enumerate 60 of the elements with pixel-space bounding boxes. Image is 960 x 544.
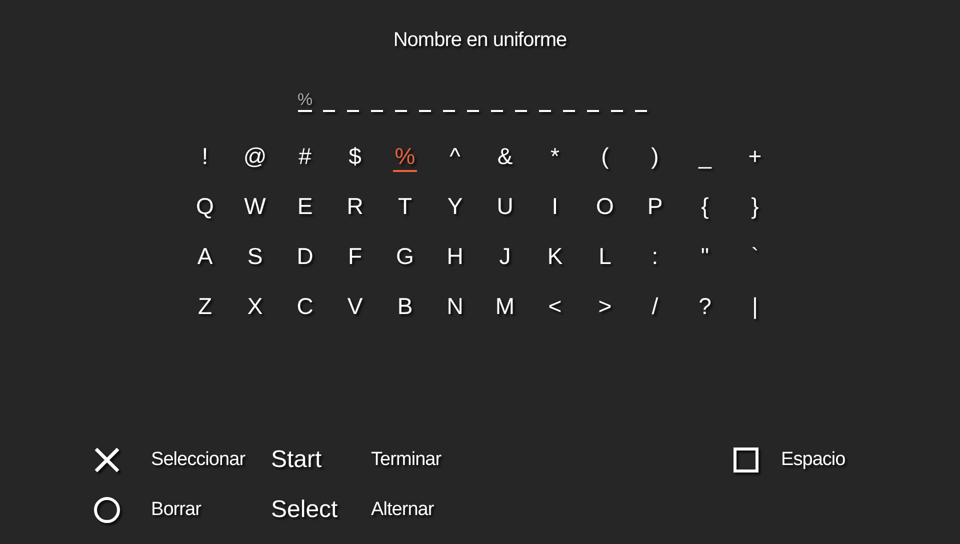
keyboard-key[interactable]: < (546, 292, 564, 322)
keyboard-key[interactable]: } (749, 192, 761, 222)
keyboard-key[interactable]: E (295, 192, 315, 222)
keyboard-key[interactable]: * (548, 142, 562, 172)
action-label: Alternar (371, 498, 434, 522)
screen-title: Nombre en uniforme (393, 28, 567, 53)
keyboard-key[interactable]: ` (749, 242, 761, 272)
keyboard-key[interactable]: S (245, 242, 265, 272)
keyboard-key[interactable]: : (650, 242, 660, 272)
keyboard-key[interactable]: ) (649, 142, 661, 172)
keyboard-key[interactable]: ! (200, 142, 210, 172)
button-label: Start (271, 446, 322, 473)
keyboard-key[interactable]: ^ (448, 142, 462, 172)
keyboard-key[interactable]: B (395, 292, 415, 322)
keyboard-key[interactable]: Z (196, 292, 214, 322)
keyboard-key[interactable]: F (346, 242, 364, 272)
keyboard-key[interactable]: R (344, 192, 366, 222)
keyboard-key[interactable]: G (394, 242, 416, 272)
keyboard-key[interactable]: " (698, 242, 712, 272)
button-label: Select (271, 496, 338, 523)
keyboard-key[interactable]: Q (194, 192, 216, 222)
keyboard-key[interactable]: _ (696, 142, 714, 172)
keyboard-key[interactable]: > (596, 292, 614, 322)
keyboard-key[interactable]: M (493, 292, 517, 322)
keyboard-key[interactable]: U (494, 192, 516, 222)
keyboard-key[interactable]: $ (346, 142, 364, 172)
keyboard-key[interactable]: K (545, 242, 565, 272)
keyboard-key[interactable]: T (396, 192, 414, 222)
keyboard-key[interactable]: + (746, 142, 764, 172)
keyboard-key[interactable]: H (444, 242, 466, 272)
keyboard-key[interactable]: V (345, 292, 365, 322)
keyboard-key[interactable]: N (444, 292, 466, 322)
keyboard-key[interactable]: & (495, 142, 515, 172)
square-icon (733, 447, 759, 473)
keyboard-key[interactable]: A (195, 242, 215, 272)
keyboard-key[interactable]: P (645, 192, 665, 222)
keyboard-key[interactable]: / (650, 292, 660, 322)
keyboard-key[interactable]: D (294, 242, 316, 272)
action-label: Seleccionar (151, 448, 246, 472)
keyboard-key[interactable]: O (594, 192, 616, 222)
keyboard-key[interactable]: I (550, 192, 560, 222)
cross-icon (93, 446, 121, 474)
keyboard-key[interactable]: ? (696, 292, 714, 322)
circle-icon (93, 496, 121, 524)
keyboard-key[interactable]: L (596, 242, 614, 272)
keyboard-key[interactable]: | (750, 292, 760, 322)
action-label: Espacio (781, 448, 846, 472)
keyboard-key[interactable]: C (294, 292, 316, 322)
keyboard-key[interactable]: ( (599, 142, 611, 172)
keyboard-key[interactable]: @ (241, 142, 269, 172)
keyboard-key[interactable]: { (699, 192, 711, 222)
keyboard-key[interactable]: # (296, 142, 314, 172)
keyboard-key[interactable]: W (242, 192, 268, 222)
keyboard-key[interactable]: X (245, 292, 265, 322)
action-label: Terminar (371, 448, 442, 472)
keyboard-key[interactable]: J (497, 242, 513, 272)
name-entry-field[interactable]: % (293, 82, 653, 112)
keyboard-key[interactable]: Y (445, 192, 465, 222)
action-label: Borrar (151, 498, 201, 522)
keyboard-key[interactable]: % (392, 142, 418, 172)
